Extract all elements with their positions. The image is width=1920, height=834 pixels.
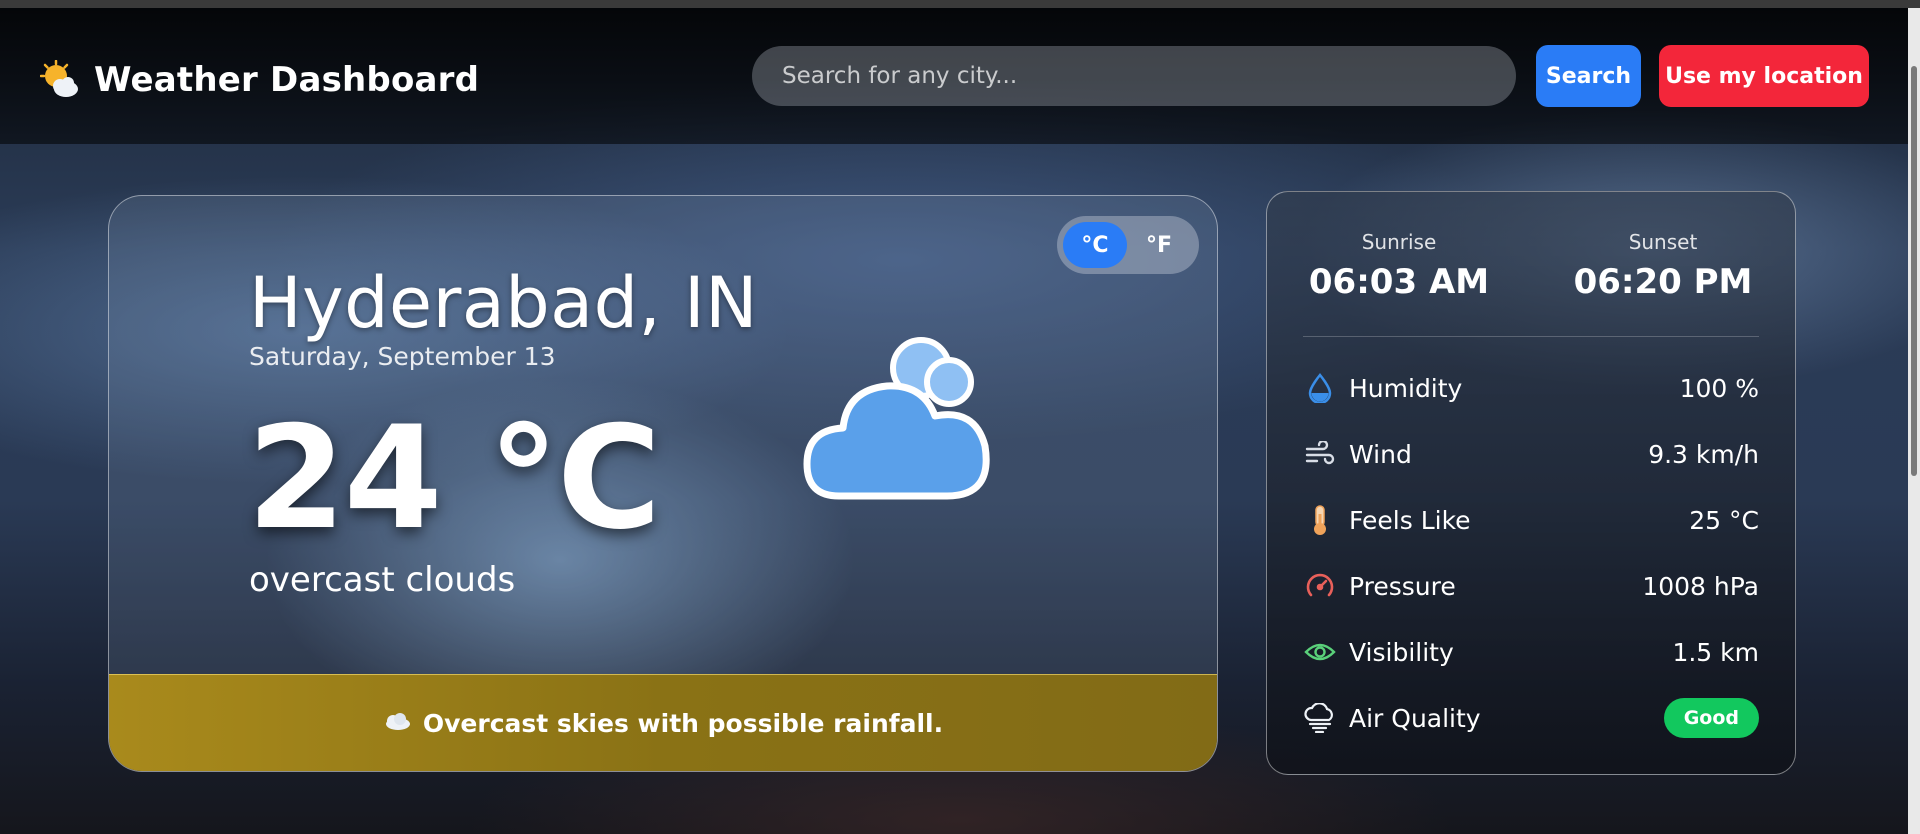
divider (1303, 336, 1759, 337)
scrollbar-thumb[interactable] (1911, 66, 1917, 476)
sunset: Sunset 06:20 PM (1531, 230, 1795, 302)
page-scrollbar[interactable] (1908, 8, 1920, 834)
browser-top-edge (0, 0, 1920, 8)
visibility-label: Visibility (1349, 637, 1454, 667)
thermometer-icon (1303, 503, 1337, 537)
celsius-button[interactable]: °C (1063, 222, 1127, 268)
air-quality-badge: Good (1663, 698, 1759, 738)
wind-label: Wind (1349, 439, 1412, 469)
pressure-value: 1008 hPa (1642, 571, 1759, 601)
weather-details-card: Sunrise 06:03 AM Sunset 06:20 PM Humidit… (1266, 191, 1796, 775)
weather-advisory-banner: Overcast skies with possible rainfall. (109, 674, 1217, 771)
city-name: Hyderabad, IN (249, 262, 759, 344)
sunset-time: 06:20 PM (1573, 262, 1753, 302)
sunset-label: Sunset (1628, 230, 1698, 254)
fahrenheit-button[interactable]: °F (1127, 222, 1191, 268)
cloud-wind-icon (1303, 701, 1337, 735)
humidity-value: 100 % (1679, 373, 1759, 403)
use-location-button[interactable]: Use my location (1659, 45, 1869, 107)
stat-wind: Wind 9.3 km/h (1303, 434, 1759, 474)
sunrise: Sunrise 06:03 AM (1267, 230, 1531, 302)
current-temperature: 24 °C (247, 396, 661, 561)
eye-icon (1303, 635, 1337, 669)
feels-like-label: Feels Like (1349, 505, 1471, 535)
air-quality-label: Air Quality (1349, 703, 1481, 733)
droplet-icon (1303, 371, 1337, 405)
visibility-value: 1.5 km (1672, 637, 1759, 667)
stat-humidity: Humidity 100 % (1303, 368, 1759, 408)
sun-behind-cloud-icon (39, 59, 80, 100)
search-button[interactable]: Search (1536, 45, 1641, 107)
search-input[interactable] (752, 46, 1516, 106)
pressure-label: Pressure (1349, 571, 1456, 601)
sunrise-time: 06:03 AM (1308, 262, 1490, 302)
feels-like-value: 25 °C (1689, 505, 1759, 535)
gauge-icon (1303, 569, 1337, 603)
app-title: Weather Dashboard (94, 60, 480, 100)
current-date: Saturday, September 13 (249, 342, 556, 371)
wind-value: 9.3 km/h (1648, 439, 1759, 469)
sunrise-label: Sunrise (1361, 230, 1437, 254)
stat-air-quality: Air Quality Good (1303, 698, 1759, 738)
sun-times: Sunrise 06:03 AM Sunset 06:20 PM (1267, 230, 1795, 302)
brand: Weather Dashboard (39, 59, 480, 100)
cloud-icon (383, 711, 411, 735)
weather-app: Weather Dashboard Search Use my location… (0, 0, 1920, 834)
stat-visibility: Visibility 1.5 km (1303, 632, 1759, 672)
current-weather-card: °C °F Hyderabad, IN Saturday, September … (108, 195, 1218, 772)
advisory-text: Overcast skies with possible rainfall. (422, 708, 944, 738)
stat-feels-like: Feels Like 25 °C (1303, 500, 1759, 540)
humidity-label: Humidity (1349, 373, 1463, 403)
unit-toggle: °C °F (1057, 216, 1199, 274)
header-bar: Weather Dashboard Search Use my location (0, 8, 1908, 144)
weather-description: overcast clouds (249, 560, 516, 600)
stat-pressure: Pressure 1008 hPa (1303, 566, 1759, 606)
wind-icon (1303, 437, 1337, 471)
cloud-icon (799, 324, 1009, 504)
